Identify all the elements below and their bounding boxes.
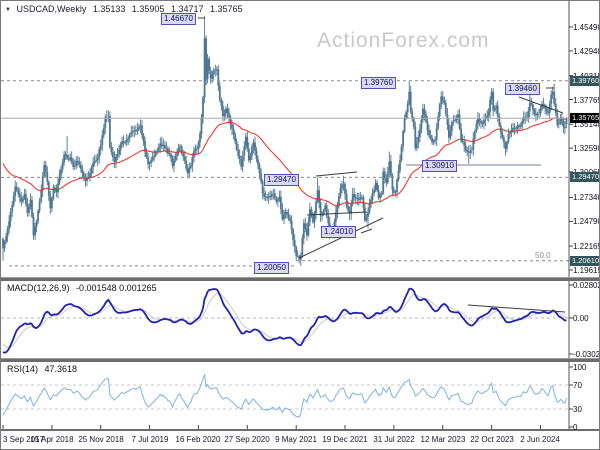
macd-values: -0.001548 0.001265	[76, 283, 157, 293]
ema-line	[2, 117, 567, 206]
ohlc-close: 1.35765	[210, 4, 243, 14]
axis-price-badge: 1.35765	[570, 113, 600, 123]
fib-level-label: 50.0	[535, 251, 551, 260]
symbol-header: ▼ USDCAD,Weekly 1.35133 1.35905 1.34717 …	[5, 4, 247, 14]
rsi-axis-label: 70	[573, 381, 582, 390]
x-axis-date-label: 31 Jul 2022	[373, 435, 415, 444]
price-annotation-label[interactable]: 1.24010	[321, 226, 356, 238]
ohlc-open: 1.35133	[92, 4, 126, 14]
price-annotation-label[interactable]: 1.46670	[161, 13, 196, 25]
axis-price-badge: 1.29470	[570, 172, 600, 182]
y-axis-tick-label: 1.27340	[573, 193, 600, 202]
rsi-value: 47.3618	[44, 364, 78, 374]
trendline[interactable]	[315, 171, 358, 177]
x-axis-date-label: 27 Sep 2020	[224, 435, 270, 444]
rsi-axis-label: 0	[573, 423, 578, 432]
macd-axis-label: 0.028028	[573, 281, 599, 290]
macd-line	[2, 287, 567, 354]
x-axis-date-label: 25 Nov 2018	[78, 435, 124, 444]
panel-separator[interactable]	[1, 358, 599, 362]
axis-price-badge: 1.39760	[570, 76, 600, 86]
trendline[interactable]	[298, 217, 384, 259]
price-annotation-label[interactable]: 1.39460	[505, 83, 540, 95]
axis-price-badge: 1.20610	[570, 256, 600, 266]
symbol-label: USDCAD,Weekly	[16, 4, 87, 14]
rsi-axis-label: 30	[573, 405, 582, 414]
rsi-axis-label: 100	[573, 363, 587, 372]
macd-label: MACD(12,26,9)	[7, 283, 70, 293]
x-axis-date-label: 7 Jul 2019	[131, 435, 169, 444]
x-axis-date-label: 22 Oct 2023	[470, 435, 514, 444]
x-axis-date-label: 9 May 2021	[275, 435, 317, 444]
x-axis-date-label: 2 Jun 2024	[520, 435, 560, 444]
x-axis-line	[1, 429, 599, 431]
x-axis-date-label: 12 Mar 2023	[420, 435, 466, 444]
chart-window: ActionForex.com ▼ USDCAD,Weekly 1.35133 …	[0, 0, 600, 450]
trendline[interactable]	[360, 228, 373, 234]
x-axis-date-label: 15 Apr 2018	[30, 435, 74, 444]
candlestick-wicks	[2, 15, 567, 266]
rsi-panel-title: RSI(14) 47.3618	[7, 364, 77, 374]
rsi-label: RSI(14)	[7, 364, 39, 374]
macd-axis-label: -0.030286	[573, 350, 600, 359]
candlestick-bodies	[2, 38, 568, 260]
y-axis-tick-label: 1.22165	[573, 242, 600, 251]
main-chart-canvas[interactable]	[1, 1, 600, 450]
y-axis-tick-label: 1.45490	[573, 23, 600, 32]
y-axis-tick-label: 1.42940	[573, 47, 600, 56]
price-annotation-label[interactable]: 1.30910	[422, 160, 457, 172]
price-annotation-label[interactable]: 1.29470	[264, 174, 299, 186]
macd-axis-label: 0.00	[573, 314, 589, 323]
y-axis-tick-label: 1.19615	[573, 266, 600, 275]
macd-trendline[interactable]	[467, 304, 566, 313]
price-annotation-label[interactable]: 1.20050	[254, 262, 289, 274]
y-axis-tick-label: 1.37765	[573, 96, 600, 105]
x-axis-date-label: 19 Dec 2021	[322, 435, 368, 444]
collapse-arrow-icon[interactable]: ▼	[5, 7, 11, 13]
x-axis-date-label: 16 Feb 2020	[175, 435, 221, 444]
macd-panel-title: MACD(12,26,9) -0.001548 0.001265	[7, 283, 157, 293]
y-axis-tick-label: 1.32590	[573, 144, 600, 153]
price-annotation-label[interactable]: 1.39760	[361, 77, 396, 89]
ohlc-high: 1.35905	[131, 4, 165, 14]
y-axis-tick-label: 1.24790	[573, 217, 600, 226]
panel-separator[interactable]	[1, 277, 599, 281]
rsi-line	[2, 374, 567, 418]
macd-signal-line	[2, 292, 567, 349]
